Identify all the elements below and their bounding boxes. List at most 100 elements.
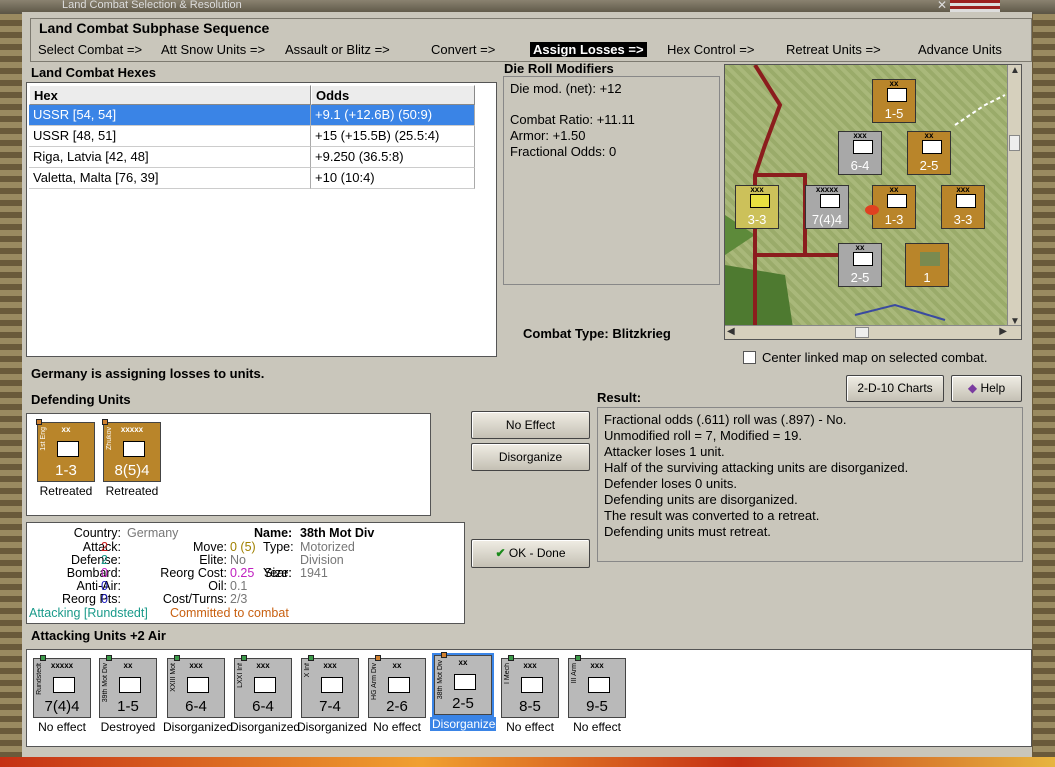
mech-symbol <box>521 677 543 693</box>
map-counter[interactable]: xxx 6-4 <box>838 131 882 175</box>
attacking-unit[interactable]: xxxxx Rundstedt 7(4)4 No effect <box>29 655 95 734</box>
table-row[interactable]: Valetta, Malta [76, 39] +10 (10:4) <box>29 168 475 189</box>
scroll-thumb[interactable] <box>1009 135 1020 151</box>
unit-counter[interactable]: xx 38th Mot Div 2-5 <box>432 652 494 717</box>
map-counter[interactable]: xx 2-5 <box>838 243 882 287</box>
map-counter[interactable]: xx 1-5 <box>872 79 916 123</box>
linked-map[interactable]: xx 1-5 xxx 6-4 xx 2-5 xxxxx 7(4)4 xx 1-3… <box>724 64 1022 340</box>
oil-value: 0.1 <box>230 579 248 593</box>
scroll-up-icon[interactable]: ▲ <box>1010 65 1020 76</box>
map-counter[interactable]: xxx 3-3 <box>735 185 779 229</box>
cost-turns-label: Cost/Turns: <box>162 592 227 606</box>
attacking-units-panel: xxxxx Rundstedt 7(4)4 No effect xx 39th … <box>26 649 1032 747</box>
unit-status: Disorganized <box>430 717 503 731</box>
counter-size: xxx <box>750 185 764 194</box>
name-label: Name: <box>254 526 293 540</box>
counter-value: 2-5 <box>850 270 870 285</box>
hex-column-header[interactable]: Hex <box>29 85 311 105</box>
map-counter[interactable]: xxxxx 7(4)4 <box>805 185 849 229</box>
help-button[interactable]: ◆ Help <box>951 375 1022 402</box>
unit-counter[interactable]: xxxxx Rundstedt 7(4)4 <box>33 655 91 718</box>
unit-counter[interactable]: xx 39th Mot Div 1-5 <box>99 655 157 718</box>
unit-counter[interactable]: xxx III Arm 9-5 <box>568 655 626 718</box>
disorganize-label: Disorganize <box>498 450 563 464</box>
odds-column-header[interactable]: Odds <box>311 85 475 105</box>
unit-symbol <box>887 194 907 208</box>
attacking-unit[interactable]: xxx I Mech 8-5 No effect <box>497 655 563 734</box>
center-map-checkbox[interactable]: Center linked map on selected combat. <box>743 350 987 365</box>
map-counter[interactable]: xxx 3-3 <box>941 185 985 229</box>
unit-status: No effect <box>38 720 86 734</box>
cost-turns-value: 2/3 <box>230 592 248 606</box>
disorganize-button[interactable]: Disorganize <box>471 443 590 471</box>
combat-type-value: Blitzkrieg <box>612 326 671 341</box>
scroll-thumb[interactable] <box>855 327 869 338</box>
attacking-unit-selected[interactable]: xx 38th Mot Div 2-5 Disorganized <box>430 652 503 731</box>
scroll-left-icon[interactable]: ◀ <box>727 326 735 337</box>
attacking-unit[interactable]: xxx LXXI Inf 6-4 Disorganized <box>230 655 301 734</box>
combat-ratio: Combat Ratio: +11.11 <box>510 112 635 127</box>
hexes-table: Hex Odds USSR [54, 54] +9.1 (+12.6B) (50… <box>26 82 497 357</box>
no-effect-button[interactable]: No Effect <box>471 411 590 439</box>
unit-symbol <box>853 140 873 154</box>
unit-counter[interactable]: xx HG Arm Div 2-6 <box>368 655 426 718</box>
attacking-unit[interactable]: xxx III Arm 9-5 No effect <box>564 655 630 734</box>
unit-counter[interactable]: xxx X Inf 7-4 <box>301 655 359 718</box>
table-row[interactable]: USSR [48, 51] +15 (+15.5B) (25.5:4) <box>29 126 475 147</box>
unit-counter[interactable]: xxx I Mech 8-5 <box>501 655 559 718</box>
charts-button-label: 2-D-10 Charts <box>857 381 933 395</box>
unit-counter[interactable]: xxxxx Zhukov 8(5)4 <box>102 419 161 482</box>
attacking-unit[interactable]: xx 39th Mot Div 1-5 Destroyed <box>95 655 161 734</box>
attacking-unit[interactable]: xxx XXIII Mot 6-4 Disorganized <box>163 655 233 734</box>
map-horizontal-scrollbar[interactable]: ◀ ▶ <box>725 325 1021 339</box>
aircraft-symbol <box>920 252 940 266</box>
result-line: The result was converted to a retreat. <box>604 508 820 523</box>
unit-name: I Mech <box>504 663 511 685</box>
defending-unit[interactable]: xx 1st Eng 1-3 Retreated <box>33 419 99 498</box>
name-value: 38th Mot Div <box>300 526 375 540</box>
attacking-unit[interactable]: xx HG Arm Div 2-6 No effect <box>364 655 430 734</box>
unit-value: 1-5 <box>117 698 139 715</box>
table-row[interactable]: Riga, Latvia [42, 48] +9.250 (36.5:8) <box>29 147 475 168</box>
charts-button[interactable]: 2-D-10 Charts <box>846 375 944 402</box>
fractional-odds: Fractional Odds: 0 <box>510 144 617 159</box>
year-value: 1941 <box>300 566 328 580</box>
armor-mod: Armor: +1.50 <box>510 128 586 143</box>
unit-name: Zhukov <box>106 427 113 450</box>
unit-symbol <box>853 252 873 266</box>
unit-counter[interactable]: xxx XXIII Mot 6-4 <box>167 655 225 718</box>
die-mod-net: Die mod. (net): +12 <box>510 81 622 96</box>
unit-value: 6-4 <box>252 698 274 715</box>
counter-value: 1 <box>923 270 931 285</box>
unit-counter[interactable]: xxx LXXI Inf 6-4 <box>234 655 292 718</box>
country-label: Country: <box>73 526 121 540</box>
defending-unit[interactable]: xxxxx Zhukov 8(5)4 Retreated <box>99 419 165 498</box>
hex-cell: Riga, Latvia [42, 48] <box>29 147 311 168</box>
unit-status: Retreated <box>39 484 93 498</box>
unit-status: Disorganized <box>230 720 301 734</box>
map-counter[interactable]: 1 <box>905 243 949 287</box>
move-label: Move: <box>192 540 227 554</box>
right-border <box>1033 14 1055 759</box>
reorg-pts-value: 0 <box>101 592 108 606</box>
attacking-unit[interactable]: xxx X Inf 7-4 Disorganized <box>297 655 367 734</box>
type-value: Motorized <box>300 540 355 554</box>
bombard-value: 0 <box>101 566 108 580</box>
close-icon[interactable]: ✕ <box>937 0 947 12</box>
unit-counter[interactable]: xx 1st Eng 1-3 <box>36 419 95 482</box>
unit-status: No effect <box>373 720 421 734</box>
table-row[interactable]: USSR [54, 54] +9.1 (+12.6B) (50:9) <box>29 105 475 126</box>
checkbox-icon[interactable] <box>743 351 756 364</box>
result-line: Fractional odds (.611) roll was (.897) -… <box>604 412 847 427</box>
division-value: Division <box>300 553 344 567</box>
bottom-decoration <box>0 757 1055 767</box>
map-vertical-scrollbar[interactable]: ▲ ▼ <box>1007 65 1021 327</box>
subphase-sequence: Land Combat Subphase Sequence Select Com… <box>30 18 1032 62</box>
counter-size: xx <box>855 243 865 252</box>
unit-name: Rundstedt <box>36 663 43 695</box>
scroll-right-icon[interactable]: ▶ <box>999 326 1007 337</box>
antiair-value: 0 <box>101 579 108 593</box>
map-counter[interactable]: xx 1-3 <box>872 185 916 229</box>
map-counter[interactable]: xx 2-5 <box>907 131 951 175</box>
ok-done-button[interactable]: ✔ OK - Done <box>471 539 590 568</box>
